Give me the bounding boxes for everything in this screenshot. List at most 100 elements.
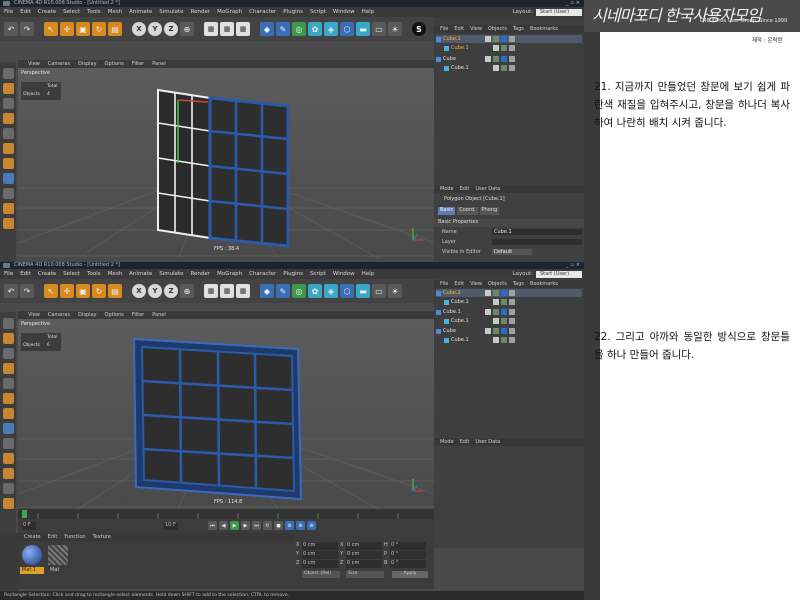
lock-icon[interactable] bbox=[2, 483, 14, 494]
om-edit[interactable]: Edit bbox=[454, 26, 464, 32]
layer-field[interactable] bbox=[492, 239, 582, 245]
render-settings-icon[interactable]: ▦ bbox=[236, 284, 250, 298]
window-controls[interactable]: _▫× bbox=[566, 0, 582, 7]
layout-selector[interactable]: Layout: Start (User) bbox=[512, 8, 582, 16]
make-editable-icon[interactable] bbox=[2, 318, 14, 329]
workplane-icon[interactable] bbox=[2, 378, 14, 389]
menu-window[interactable]: Window bbox=[333, 9, 355, 15]
menu-mograph[interactable]: MoGraph bbox=[217, 9, 242, 15]
layout-selector[interactable]: Layout: Start (User) bbox=[512, 270, 582, 278]
om-edit[interactable]: Edit bbox=[454, 281, 464, 287]
visibility-icon[interactable] bbox=[485, 309, 491, 315]
snap-icon[interactable] bbox=[2, 218, 14, 229]
tab-basic[interactable]: Basic bbox=[438, 207, 456, 215]
mm-texture[interactable]: Texture bbox=[93, 534, 111, 540]
x-axis-icon[interactable]: X bbox=[132, 22, 146, 36]
material-tag-icon[interactable] bbox=[501, 56, 507, 62]
visibility-icon[interactable] bbox=[493, 318, 499, 324]
phong-tag-icon[interactable] bbox=[509, 318, 515, 324]
coord-rot-field[interactable]: 0 ° bbox=[390, 542, 426, 550]
visibility-icon[interactable] bbox=[485, 328, 491, 334]
coord-size-field[interactable]: 0 cm bbox=[346, 560, 382, 568]
undo-icon[interactable]: ↶ bbox=[4, 284, 18, 298]
menu-file[interactable]: File bbox=[4, 271, 13, 277]
grid-snap-icon[interactable] bbox=[2, 498, 14, 509]
object-row[interactable]: Cube.1 bbox=[436, 336, 582, 344]
render-picture-viewer-icon[interactable]: ▦ bbox=[220, 22, 234, 36]
check-icon[interactable] bbox=[493, 328, 499, 334]
coord-pos-field[interactable]: 0 cm bbox=[302, 542, 338, 550]
viewport-menu-panel[interactable]: Panel bbox=[152, 312, 166, 318]
x-axis-icon[interactable]: X bbox=[132, 284, 146, 298]
pen-spline-icon[interactable]: ✎ bbox=[276, 284, 290, 298]
menu-file[interactable]: File bbox=[4, 9, 13, 15]
polygons-mode-icon[interactable] bbox=[2, 173, 14, 184]
scene-object-icon[interactable]: ⬡ bbox=[340, 22, 354, 36]
rotate-icon[interactable]: ↻ bbox=[92, 22, 106, 36]
object-mode-icon[interactable] bbox=[2, 98, 14, 109]
camera-icon[interactable]: ▭ bbox=[372, 284, 386, 298]
phong-tag-icon[interactable] bbox=[509, 36, 515, 42]
material-tag-icon[interactable] bbox=[501, 290, 507, 296]
redo-icon[interactable]: ↷ bbox=[20, 22, 34, 36]
deformer-icon[interactable]: ◈ bbox=[324, 22, 338, 36]
move-icon[interactable]: ✛ bbox=[60, 284, 74, 298]
coord-pos-field[interactable]: 0 cm bbox=[302, 560, 338, 568]
object-row[interactable]: Cube.1 bbox=[436, 44, 582, 52]
am-mode[interactable]: Mode bbox=[440, 186, 454, 192]
visibility-icon[interactable] bbox=[485, 36, 491, 42]
menu-animate[interactable]: Animate bbox=[129, 9, 152, 15]
coord-rot-field[interactable]: 0 ° bbox=[390, 551, 426, 559]
floor-icon[interactable]: ▬ bbox=[356, 284, 370, 298]
om-bookmarks[interactable]: Bookmarks bbox=[530, 26, 558, 32]
recent-tools-icon[interactable]: ▤ bbox=[108, 284, 122, 298]
viewport-menu-view[interactable]: View bbox=[28, 312, 40, 318]
make-editable-icon[interactable] bbox=[2, 68, 14, 79]
phong-tag-icon[interactable] bbox=[509, 290, 515, 296]
model-mode-icon[interactable] bbox=[2, 83, 14, 94]
mm-edit[interactable]: Edit bbox=[48, 534, 58, 540]
om-file[interactable]: File bbox=[440, 281, 448, 287]
perspective-viewport[interactable]: Perspective Total Objects 6 FPS : 114.8 bbox=[18, 319, 434, 509]
visibility-icon[interactable] bbox=[493, 337, 499, 343]
model-mode-icon[interactable] bbox=[2, 333, 14, 344]
om-view[interactable]: View bbox=[470, 26, 482, 32]
frame-start-field[interactable]: 0 F bbox=[22, 522, 36, 530]
points-mode-icon[interactable] bbox=[2, 393, 14, 404]
am-user-data[interactable]: User Data bbox=[475, 186, 500, 192]
viewport-menu-filter[interactable]: Filter bbox=[132, 312, 144, 318]
prev-frame-icon[interactable]: ◀ bbox=[219, 521, 228, 530]
material-tag-icon[interactable] bbox=[501, 309, 507, 315]
render-picture-viewer-icon[interactable]: ▦ bbox=[220, 284, 234, 298]
move-icon[interactable]: ✛ bbox=[60, 22, 74, 36]
menu-simulate[interactable]: Simulate bbox=[159, 9, 183, 15]
menu-mesh[interactable]: Mesh bbox=[108, 9, 122, 15]
visibility-icon[interactable] bbox=[493, 299, 499, 305]
om-view[interactable]: View bbox=[470, 281, 482, 287]
nurbs-icon[interactable]: ◎ bbox=[292, 284, 306, 298]
check-icon[interactable] bbox=[493, 36, 499, 42]
check-icon[interactable] bbox=[493, 290, 499, 296]
pen-spline-icon[interactable]: ✎ bbox=[276, 22, 290, 36]
go-to-end-icon[interactable]: ⏭ bbox=[252, 521, 261, 530]
check-icon[interactable] bbox=[501, 299, 507, 305]
material-tag-icon[interactable] bbox=[501, 36, 507, 42]
visibility-icon[interactable] bbox=[493, 65, 499, 71]
key-position-icon[interactable]: ⊕ bbox=[285, 521, 294, 530]
light-icon[interactable]: ☀ bbox=[388, 284, 402, 298]
menu-simulate[interactable]: Simulate bbox=[159, 271, 183, 277]
check-icon[interactable] bbox=[493, 56, 499, 62]
animation-mode-icon[interactable] bbox=[2, 188, 14, 199]
array-icon[interactable]: ✿ bbox=[308, 284, 322, 298]
coord-mode-dropdown[interactable]: Object (Rel) bbox=[302, 571, 340, 578]
om-bookmarks[interactable]: Bookmarks bbox=[530, 281, 558, 287]
check-icon[interactable] bbox=[501, 337, 507, 343]
edges-mode-icon[interactable] bbox=[2, 408, 14, 419]
om-tags[interactable]: Tags bbox=[513, 26, 524, 32]
deformer-icon[interactable]: ◈ bbox=[324, 284, 338, 298]
check-icon[interactable] bbox=[501, 45, 507, 51]
menu-character[interactable]: Character bbox=[249, 9, 276, 15]
layout-value[interactable]: Start (User) bbox=[536, 270, 582, 278]
viewport-menu-panel[interactable]: Panel bbox=[152, 61, 166, 67]
viewport-menu-view[interactable]: View bbox=[28, 61, 40, 67]
